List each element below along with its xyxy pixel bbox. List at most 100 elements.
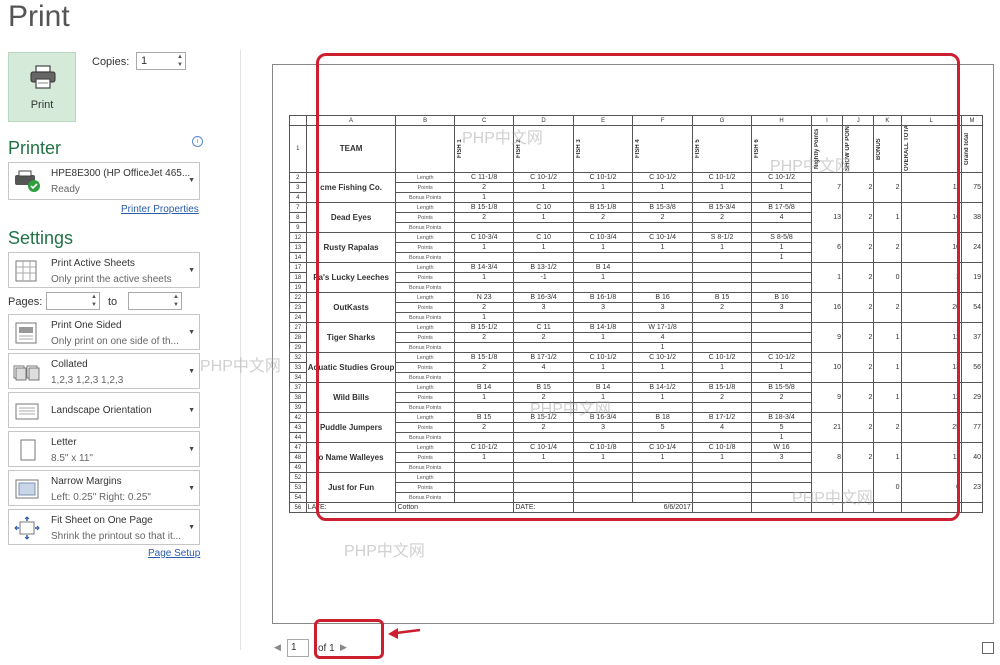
score-cell: 21 [810, 412, 844, 443]
row-number: 34 [289, 372, 307, 383]
scaling-select[interactable]: Fit Sheet on One Page Shrink the printou… [8, 509, 200, 545]
printer-properties-link[interactable]: Printer Properties [121, 204, 199, 215]
score-cell: 54 [961, 292, 983, 323]
fish-cell: 1 [453, 192, 515, 203]
next-page-icon[interactable]: ▶ [340, 642, 347, 653]
score-cell: 6 [810, 232, 844, 263]
settings-heading: Settings [8, 228, 74, 248]
fish-cell: B 14-1/2 [632, 382, 693, 393]
column-letter: E [572, 115, 634, 126]
fish-cell: 1 [572, 182, 634, 193]
margins-select[interactable]: Narrow Margins Left: 0.25" Right: 0.25" … [8, 470, 200, 506]
fish-cell: B 14-3/4 [453, 262, 515, 273]
copies-down-icon[interactable]: ▼ [176, 62, 184, 69]
footer-row: 56 LATE: Cotton DATE: 6/6/2017 [289, 502, 983, 513]
fish-cell: 2 [513, 422, 574, 433]
fish-cell: 1 [513, 182, 574, 193]
score-cell: 2 [842, 202, 875, 233]
page-setup-link[interactable]: Page Setup [148, 548, 200, 559]
pages-to-input[interactable]: ▲ ▼ [128, 292, 182, 310]
pages-to-down-icon[interactable]: ▼ [172, 302, 180, 309]
table-row: 32 Aquatic Studies Group Length B 15-1/8 B 1… [289, 352, 983, 383]
fish-cell [632, 222, 693, 233]
fish-cell: 2 [513, 332, 574, 343]
fish-cell: C 10-3/4 [453, 232, 515, 243]
row-type-label: Points [395, 182, 455, 193]
fish-cell: 1 [632, 392, 693, 403]
landscape-icon [15, 403, 39, 420]
fish-cell [751, 332, 812, 343]
row-number: 2 [289, 172, 307, 183]
row-number: 54 [289, 492, 307, 503]
row-type-label: Length [395, 412, 455, 423]
column-letter: L [900, 115, 963, 126]
page-title: Print [8, 0, 70, 33]
team-name: Tiger Sharks [305, 322, 397, 353]
row-type-label: Points [395, 362, 455, 373]
fish-cell [513, 462, 574, 473]
header-label: FISH 4 [635, 139, 642, 159]
printer-status-icon [15, 170, 40, 192]
fish-cell [751, 342, 812, 353]
pages-to-up-icon[interactable]: ▲ [172, 294, 180, 301]
pages-from-down-icon[interactable]: ▼ [90, 302, 98, 309]
print-active-sheets-select[interactable]: Print Active Sheets Only print the activ… [8, 252, 200, 288]
row-type-label: Bonus Points [395, 432, 455, 443]
team-name: Dead Eyes [305, 202, 397, 233]
column-letter: G [691, 115, 753, 126]
copies-up-icon[interactable]: ▲ [176, 54, 184, 61]
page-number-input[interactable]: 1 [287, 639, 309, 657]
fish-cell: B 15 [691, 292, 753, 303]
team-name: Puddle Jumpers [305, 412, 397, 443]
fish-cell: W 17-1/8 [632, 322, 693, 333]
fish-cell: C 10-1/2 [572, 172, 634, 183]
active-sheets-desc: Only print the active sheets [51, 274, 172, 285]
score-cell: 1 [873, 322, 902, 353]
header-cell: FISH 4 [632, 125, 693, 173]
print-preview[interactable]: ABCDEFGHIJKLM 1 TEAM FISH 1 FISH 2 FISH 3 FIS… [272, 64, 994, 624]
chevron-down-icon: ▼ [188, 368, 195, 375]
print-sided-select[interactable]: Print One Sided Only print on one side o… [8, 314, 200, 350]
empty-cell [810, 502, 844, 513]
fish-cell [691, 262, 753, 273]
header-label: Nightly Points [813, 128, 820, 170]
print-button[interactable]: Print [8, 52, 76, 122]
paper-size-select[interactable]: Letter 8.5" x 11" ▼ [8, 431, 200, 467]
pages-from-input[interactable]: ▲ ▼ [46, 292, 100, 310]
orientation-select[interactable]: Landscape Orientation ▼ [8, 392, 200, 428]
fish-cell [453, 252, 515, 263]
previous-page-icon[interactable]: ◀ [274, 642, 281, 653]
row-type-label: Bonus Points [395, 312, 455, 323]
info-icon[interactable]: i [192, 136, 203, 147]
fish-cell: C 10-1/4 [632, 442, 693, 453]
fish-cell [691, 222, 753, 233]
row-type-label: Points [395, 422, 455, 433]
column-letter: M [961, 115, 983, 126]
table-row: 42 Puddle Jumpers Length B 15 B 15-1/2 B 16-3… [289, 412, 983, 443]
team-name: OutKasts [305, 292, 397, 323]
collation-select[interactable]: Collated 1,2,3 1,2,3 1,2,3 ▼ [8, 353, 200, 389]
copies-input[interactable]: 1 ▲ ▼ [136, 52, 186, 70]
chevron-down-icon: ▼ [188, 267, 195, 274]
fish-cell: 1 [632, 362, 693, 373]
pages-to-label: to [108, 296, 118, 308]
fish-cell: 1 [572, 272, 634, 283]
header-cell: FISH 5 [691, 125, 753, 173]
active-sheets-title: Print Active Sheets [51, 258, 135, 269]
chevron-down-icon: ▼ [188, 446, 195, 453]
printer-select[interactable]: HPE8E300 (HP OfficeJet 465... Ready ▼ [8, 162, 200, 200]
date-value: 6/6/2017 [572, 502, 693, 513]
printer-icon [30, 65, 56, 89]
score-cell: 1 [810, 262, 844, 293]
row-number: 22 [289, 292, 307, 303]
pages-from-up-icon[interactable]: ▲ [90, 294, 98, 301]
row-number: 38 [289, 392, 307, 403]
fish-cell: 1 [691, 242, 753, 253]
fish-cell: 2 [691, 302, 753, 313]
fish-cell: B 16 [751, 292, 812, 303]
fish-cell [632, 252, 693, 263]
zoom-to-page-icon[interactable] [982, 642, 994, 654]
fish-cell [691, 252, 753, 263]
fish-cell [691, 192, 753, 203]
score-cell: 2 [842, 262, 875, 293]
